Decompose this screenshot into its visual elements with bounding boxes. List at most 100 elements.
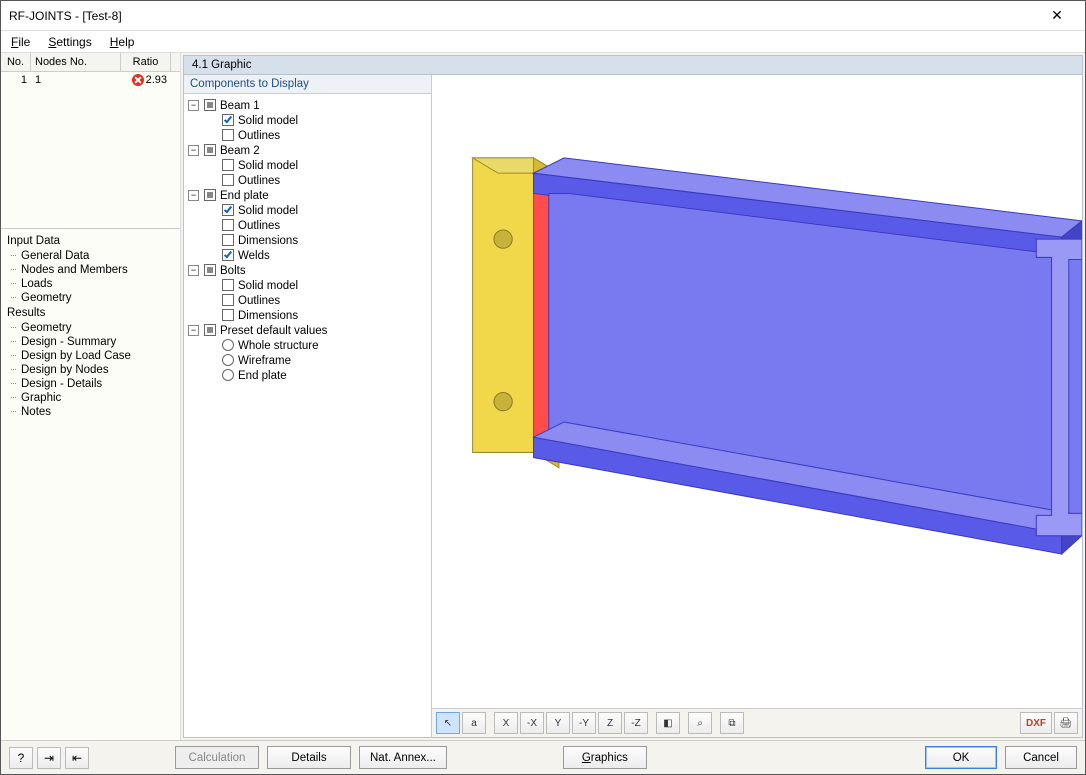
checkbox[interactable] [222, 114, 234, 126]
tool-print-icon[interactable]: 🖨 [1054, 712, 1078, 734]
checkbox[interactable] [222, 279, 234, 291]
nav-nodes-members[interactable]: Nodes and Members [3, 263, 178, 277]
tool-view-z-icon[interactable]: Z [598, 712, 622, 734]
tool-view-negy-icon[interactable]: -Y [572, 712, 596, 734]
menu-file[interactable]: File [7, 35, 34, 49]
radio[interactable] [222, 354, 234, 366]
nav-r-graphic[interactable]: Graphic [3, 391, 178, 405]
tree-endplate[interactable]: −End plate [186, 188, 429, 203]
nav-r-notes[interactable]: Notes [3, 405, 178, 419]
tree-bolts-outlines[interactable]: Outlines [204, 293, 429, 308]
checkbox[interactable] [222, 204, 234, 216]
nav-r-nodes[interactable]: Design by Nodes [3, 363, 178, 377]
nav-geometry[interactable]: Geometry [3, 291, 178, 305]
tree-beam2-solid[interactable]: Solid model [204, 158, 429, 173]
tree-preset-wire[interactable]: Wireframe [204, 353, 429, 368]
close-icon[interactable]: ✕ [1037, 7, 1077, 24]
checkbox-mixed[interactable] [204, 99, 216, 111]
radio[interactable] [222, 369, 234, 381]
help-icon[interactable]: ? [9, 747, 33, 769]
tree-beam1[interactable]: −Beam 1 [186, 98, 429, 113]
cell-nodes: 1 [31, 72, 121, 88]
tree-ep-outlines[interactable]: Outlines [204, 218, 429, 233]
checkbox[interactable] [222, 219, 234, 231]
checkbox[interactable] [222, 249, 234, 261]
ok-button[interactable]: OK [925, 746, 997, 769]
col-no[interactable]: No. [1, 53, 31, 71]
nav-general[interactable]: General Data [3, 249, 178, 263]
export-icon[interactable]: ⇤ [65, 747, 89, 769]
view-toolbar: ↖ a X -X Y -Y Z -Z ◧ ⌕ ⧉ [432, 709, 1082, 737]
expand-icon[interactable]: − [188, 100, 199, 111]
details-button[interactable]: Details [267, 746, 351, 769]
tool-cursor-icon[interactable]: ↖ [436, 712, 460, 734]
tree-preset-endplate[interactable]: End plate [204, 368, 429, 383]
tree-preset-whole[interactable]: Whole structure [204, 338, 429, 353]
checkbox[interactable] [222, 129, 234, 141]
app-window: RF-JOINTS - [Test-8] ✕ File Settings Hel… [0, 0, 1086, 775]
expand-icon[interactable]: − [188, 325, 199, 336]
checkbox-mixed[interactable] [204, 144, 216, 156]
tree-beam1-solid[interactable]: Solid model [204, 113, 429, 128]
tool-view-negx-icon[interactable]: -X [520, 712, 544, 734]
tool-view-negz-icon[interactable]: -Z [624, 712, 648, 734]
tree-ep-dimensions[interactable]: Dimensions [204, 233, 429, 248]
left-panel: No. Nodes No. Ratio 1 1 2.93 Input Data … [1, 53, 181, 740]
menu-help[interactable]: Help [106, 35, 139, 49]
checkbox[interactable] [222, 309, 234, 321]
tool-zoom-icon[interactable]: ⌕ [688, 712, 712, 734]
menu-settings[interactable]: Settings [44, 35, 95, 49]
radio[interactable] [222, 339, 234, 351]
menubar: File Settings Help [1, 31, 1085, 53]
tool-view-x-icon[interactable]: X [494, 712, 518, 734]
tool-annotation-icon[interactable]: a [462, 712, 486, 734]
right-panel: 4.1 Graphic Components to Display −Beam … [181, 53, 1085, 740]
checkbox[interactable] [222, 174, 234, 186]
nav-results[interactable]: Results [3, 305, 178, 321]
components-tree: Components to Display −Beam 1 Solid mode… [184, 75, 432, 737]
nav-input[interactable]: Input Data [3, 233, 178, 249]
tree-beam2-outlines[interactable]: Outlines [204, 173, 429, 188]
checkbox[interactable] [222, 294, 234, 306]
components-header: Components to Display [184, 75, 431, 94]
tree-ep-welds[interactable]: Welds [204, 248, 429, 263]
tool-copy-icon[interactable]: ⧉ [720, 712, 744, 734]
nav-loads[interactable]: Loads [3, 277, 178, 291]
tree-bolts[interactable]: −Bolts [186, 263, 429, 278]
tree-bolts-solid[interactable]: Solid model [204, 278, 429, 293]
tree-beam1-outlines[interactable]: Outlines [204, 128, 429, 143]
nav-r-summary[interactable]: Design - Summary [3, 335, 178, 349]
tool-dxf-icon[interactable]: DXF [1020, 712, 1052, 734]
col-nodes[interactable]: Nodes No. [31, 53, 121, 71]
graphic-canvas[interactable] [432, 75, 1082, 709]
nav-r-details[interactable]: Design - Details [3, 377, 178, 391]
tool-iso-icon[interactable]: ◧ [656, 712, 680, 734]
graphics-button[interactable]: Graphics [563, 746, 647, 769]
nodes-table: No. Nodes No. Ratio 1 1 2.93 [1, 53, 180, 229]
checkbox-mixed[interactable] [204, 324, 216, 336]
nav-r-loadcase[interactable]: Design by Load Case [3, 349, 178, 363]
table-row[interactable]: 1 1 2.93 [1, 72, 180, 88]
checkbox[interactable] [222, 234, 234, 246]
window-title: RF-JOINTS - [Test-8] [9, 9, 1037, 23]
nat-annex-button[interactable]: Nat. Annex... [359, 746, 447, 769]
nav-r-geometry[interactable]: Geometry [3, 321, 178, 335]
checkbox-mixed[interactable] [204, 189, 216, 201]
tree-bolts-dimensions[interactable]: Dimensions [204, 308, 429, 323]
col-ratio[interactable]: Ratio [121, 53, 171, 71]
cancel-button[interactable]: Cancel [1005, 746, 1077, 769]
import-icon[interactable]: ⇥ [37, 747, 61, 769]
cell-no: 1 [1, 72, 31, 88]
tree-ep-solid[interactable]: Solid model [204, 203, 429, 218]
checkbox[interactable] [222, 159, 234, 171]
tree-beam2[interactable]: −Beam 2 [186, 143, 429, 158]
expand-icon[interactable]: − [188, 190, 199, 201]
tool-view-y-icon[interactable]: Y [546, 712, 570, 734]
calculation-button[interactable]: Calculation [175, 746, 259, 769]
expand-icon[interactable]: − [188, 265, 199, 276]
checkbox-mixed[interactable] [204, 264, 216, 276]
expand-icon[interactable]: − [188, 145, 199, 156]
bottom-bar: ? ⇥ ⇤ Calculation Details Nat. Annex... … [1, 740, 1085, 774]
tree-preset[interactable]: −Preset default values [186, 323, 429, 338]
ratio-value: 2.93 [146, 74, 167, 86]
